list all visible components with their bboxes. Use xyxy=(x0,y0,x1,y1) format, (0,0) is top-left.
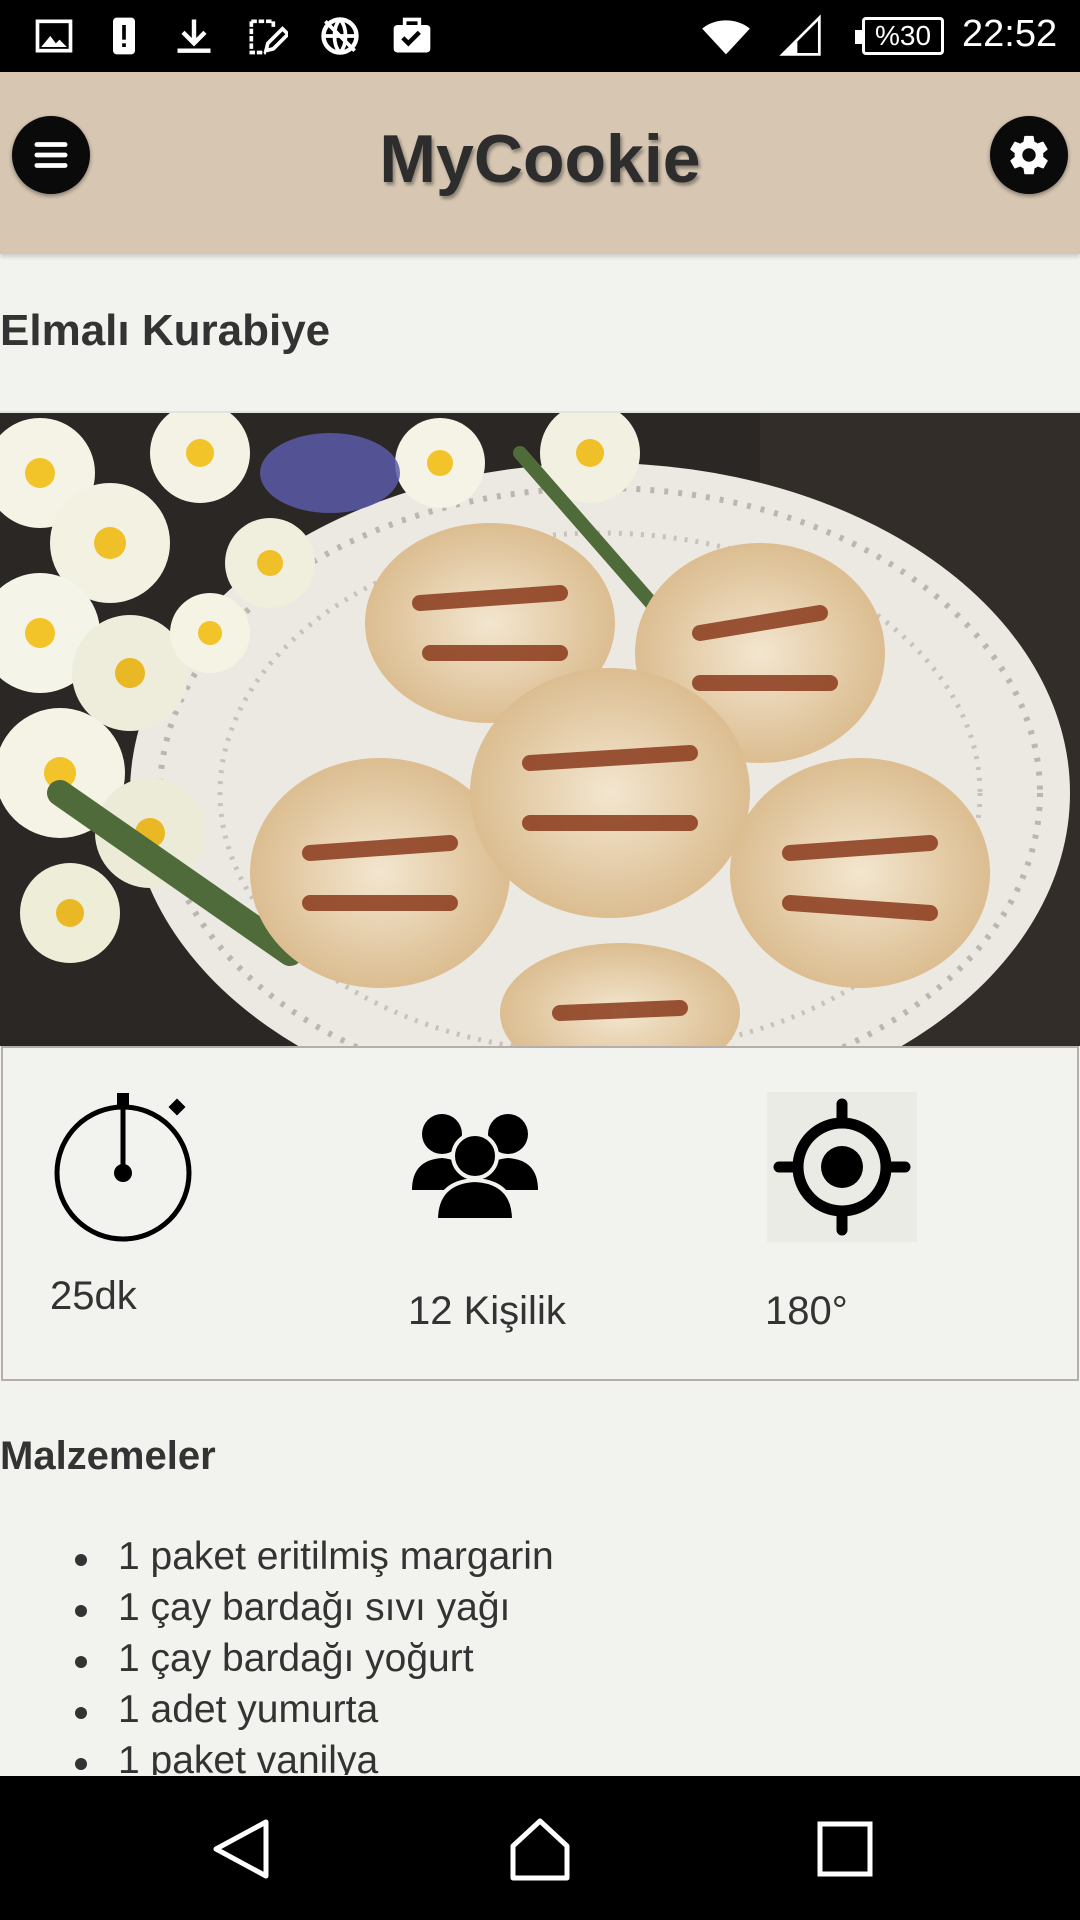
wifi-icon xyxy=(698,14,754,58)
recents-icon[interactable] xyxy=(812,1816,878,1882)
app-bar: MyCookie xyxy=(0,72,1080,254)
briefcase-check-icon xyxy=(390,14,434,58)
people-icon xyxy=(412,1110,538,1222)
ingredient-text: 1 çay bardağı yoğurt xyxy=(118,1637,474,1680)
ingredients-list: 1 paket eritilmiş margarin 1 çay bardağı… xyxy=(0,1535,1080,1775)
ingredients-title: Malzemeler xyxy=(0,1434,216,1478)
bullet xyxy=(75,1758,87,1770)
status-bar: %30 22:52 xyxy=(0,0,1080,72)
bullet xyxy=(75,1605,87,1617)
navigation-bar xyxy=(0,1776,1080,1920)
ingredient-text: 1 adet yumurta xyxy=(118,1688,379,1731)
ingredient-text: 1 çay bardağı sıvı yağı xyxy=(118,1586,511,1629)
bullet xyxy=(75,1707,87,1719)
recipe-title: Elmalı Kurabiye xyxy=(0,306,331,355)
battery-indicator: %30 xyxy=(855,17,944,55)
home-icon[interactable] xyxy=(507,1816,573,1882)
list-item: 1 çay bardağı sıvı yağı xyxy=(0,1586,1080,1637)
clock: 22:52 xyxy=(962,13,1058,55)
back-icon[interactable] xyxy=(208,1816,274,1882)
ingredient-text: 1 paket vanilya xyxy=(118,1739,379,1775)
gear-icon xyxy=(1006,132,1052,178)
recipe-info-card: 25dk 12 Kişilik 180° xyxy=(1,1046,1079,1381)
download-icon xyxy=(172,14,216,58)
app-title: MyCookie xyxy=(379,121,701,197)
recipe-image xyxy=(0,413,1080,1046)
no-sync-icon xyxy=(318,14,362,58)
stopwatch-icon xyxy=(53,1093,193,1243)
time-label: 25dk xyxy=(50,1274,137,1318)
list-item: 1 çay bardağı yoğurt xyxy=(0,1637,1080,1688)
list-item: 1 paket vanilya xyxy=(0,1739,1080,1775)
settings-button[interactable] xyxy=(990,116,1068,194)
alert-icon xyxy=(102,14,146,58)
bullet xyxy=(75,1554,87,1566)
servings-label: 12 Kişilik xyxy=(408,1289,566,1333)
bullet xyxy=(75,1656,87,1668)
list-item: 1 adet yumurta xyxy=(0,1688,1080,1739)
list-item: 1 paket eritilmiş margarin xyxy=(0,1535,1080,1586)
target-icon xyxy=(767,1092,917,1242)
image-icon xyxy=(32,14,76,58)
edit-note-icon xyxy=(244,14,291,58)
signal-icon xyxy=(776,14,826,58)
temperature-label: 180° xyxy=(765,1289,848,1333)
ingredient-text: 1 paket eritilmiş margarin xyxy=(118,1535,554,1578)
